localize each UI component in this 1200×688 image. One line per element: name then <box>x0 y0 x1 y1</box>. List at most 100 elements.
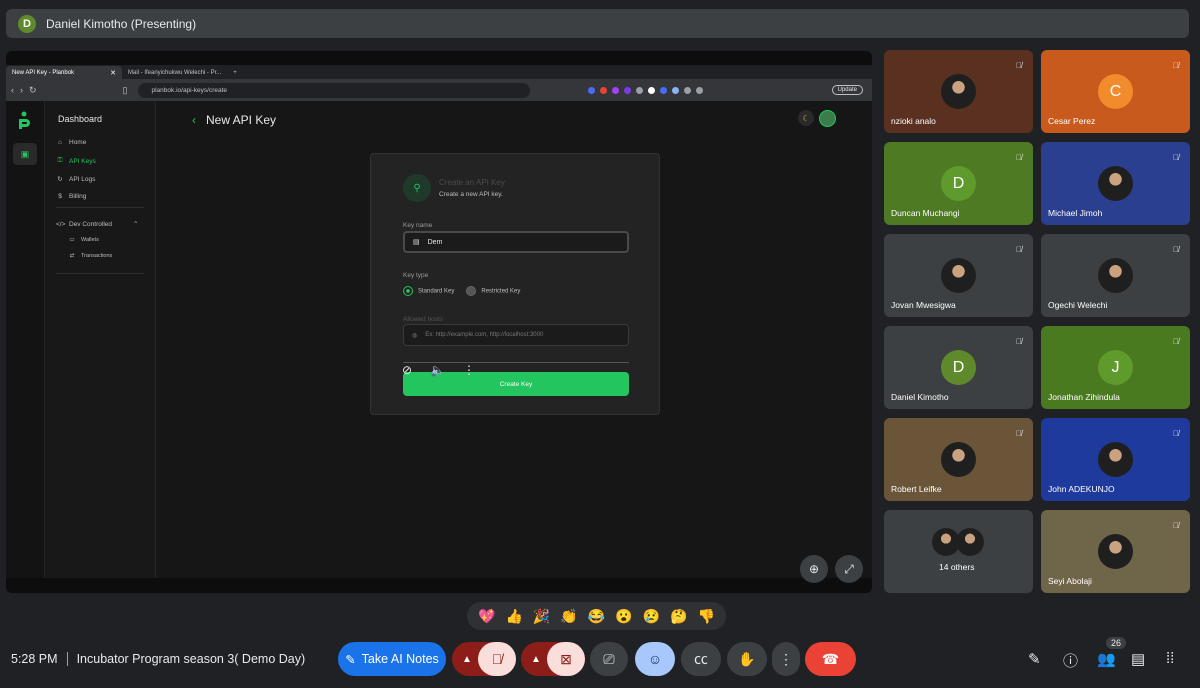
participant-tile[interactable]: 🎙̸ Robert Leifke <box>884 418 1033 501</box>
participant-name: Cesar Perez <box>1048 116 1096 126</box>
chevron-up-icon: ⌃ <box>133 221 139 228</box>
browser-tabstrip: New API Key - Planbok ✕ Mail - Ifeanyich… <box>6 65 872 79</box>
mic-off-icon: 🎙̸ <box>491 651 503 667</box>
transfer-icon: ⇄ <box>69 253 75 259</box>
card-subtitle: Create a new API key. <box>439 191 503 198</box>
reaction-emoji[interactable]: 💖 <box>478 608 495 625</box>
reaction-emoji[interactable]: 👏 <box>560 608 577 625</box>
avatar: C <box>1098 74 1133 109</box>
globe-icon: ◍ <box>412 332 418 339</box>
sidebar-item-label: API Keys <box>69 157 96 165</box>
captions-button[interactable]: ㏄ <box>681 642 721 676</box>
participant-tile[interactable]: 14 others <box>884 510 1033 593</box>
extension-icon <box>611 86 619 94</box>
participant-tile[interactable]: 🎙̸ Jovan Mwesigwa <box>884 234 1033 317</box>
present-screen-button[interactable]: ⎚ <box>590 642 628 676</box>
participant-name: Daniel Kimotho <box>891 392 949 402</box>
more-options-button[interactable]: ⋮ <box>772 642 800 676</box>
extension-icon <box>671 86 679 94</box>
participant-tile[interactable]: C 🎙̸ Cesar Perez <box>1041 50 1190 133</box>
participant-tile[interactable]: 🎙̸ Ogechi Welechi <box>1041 234 1190 317</box>
info-icon[interactable]: ⓘ <box>1063 650 1078 671</box>
back-icon: ‹ <box>192 113 196 127</box>
sidebar-item-transactions: ⇄ Transactions <box>68 253 113 259</box>
more-vert-icon[interactable]: ⋮ <box>463 363 475 377</box>
code-icon: </> <box>56 220 66 228</box>
sidebar-item-api-logs: ↻ API Logs <box>56 175 95 184</box>
activities-icon[interactable]: ⁞⁞ <box>1166 650 1174 667</box>
participant-tile[interactable]: D 🎙̸ Daniel Kimotho <box>884 326 1033 409</box>
participant-tile[interactable]: 🎙̸ John ADEKUNJO <box>1041 418 1190 501</box>
avatar <box>941 74 976 109</box>
mic-off-icon: 🎙̸ <box>1173 152 1179 162</box>
avatar <box>1098 166 1133 201</box>
hang-up-icon: ☎ <box>821 650 840 667</box>
extension-icon <box>695 86 703 94</box>
bookmark-icon: ▯ <box>122 84 128 95</box>
browser-update-button: Update <box>831 85 863 95</box>
chat-icon[interactable]: ▤ <box>1131 650 1145 668</box>
icon-rail: ▣ <box>6 101 45 578</box>
reaction-emoji[interactable]: 👍 <box>505 608 522 625</box>
participant-tile[interactable]: 🎙̸ Seyi Abolaji <box>1041 510 1190 593</box>
reaction-emoji[interactable]: 👎 <box>698 608 715 625</box>
participant-tile[interactable]: D 🎙̸ Duncan Muchangi <box>884 142 1033 225</box>
meeting-info: 5:28 PM Incubator Program season 3( Demo… <box>11 652 305 666</box>
sidebar-item-api-keys: ⚿ API Keys <box>56 157 96 165</box>
dollar-icon: $ <box>58 193 62 200</box>
avatar <box>941 258 976 293</box>
reaction-emoji[interactable]: 😂 <box>588 608 605 625</box>
take-ai-notes-button[interactable]: ✎ Take AI Notes <box>338 642 446 676</box>
pin-off-icon[interactable]: ⊘ <box>402 363 412 377</box>
mic-off-icon: 🎙̸ <box>1173 244 1179 254</box>
reaction-emoji[interactable]: 😮 <box>615 608 632 625</box>
raise-hand-button[interactable]: ✋ <box>727 642 767 676</box>
ai-notes-label: Take AI Notes <box>361 652 439 666</box>
sidebar-title: Dashboard <box>58 114 103 124</box>
others-avatars <box>932 528 984 556</box>
key-icon: ⚿ <box>57 157 63 164</box>
reaction-emoji[interactable]: 🎉 <box>533 608 550 625</box>
mic-off-icon: 🎙̸ <box>1173 428 1179 438</box>
participant-tile[interactable]: 🎙̸ Michael Jimoh <box>1041 142 1190 225</box>
page-header: ‹ New API Key <box>192 113 276 127</box>
key-name-label: Key name <box>403 222 433 229</box>
participant-name: Michael Jimoh <box>1048 208 1103 218</box>
participant-tile[interactable]: J 🎙̸ Jonathan Zihindula <box>1041 326 1190 409</box>
tab-title: Mail - Ifeanyichukwu Welechi - Pr... <box>128 69 222 76</box>
radio-restricted-key: Restricted Key <box>466 286 520 296</box>
presenter-bar: D Daniel Kimotho (Presenting) <box>6 9 1189 38</box>
reaction-emoji[interactable]: 😢 <box>643 608 660 625</box>
ai-sparkle-icon[interactable]: ✎ <box>1028 650 1041 668</box>
refresh-icon: ↻ <box>57 176 63 183</box>
avatar: J <box>1098 350 1133 385</box>
avatar <box>1098 258 1133 293</box>
sidebar-item-label: Transactions <box>81 253 113 259</box>
clock-time: 5:28 PM <box>11 652 58 666</box>
extension-icon <box>647 86 655 94</box>
zoom-in-button[interactable]: ⊕ <box>800 555 828 583</box>
extension-icon <box>587 86 595 94</box>
leave-call-button[interactable]: ☎ <box>805 642 856 676</box>
reaction-emoji[interactable]: 🤔 <box>670 608 687 625</box>
fullscreen-button[interactable]: ⤢ <box>835 555 863 583</box>
sidebar-item-label: Dev Controlled <box>69 220 112 228</box>
key-name-value: Dem <box>427 238 443 246</box>
participant-tile[interactable]: 🎙̸ nzioki analo <box>884 50 1033 133</box>
participant-name: Seyi Abolaji <box>1048 576 1092 586</box>
moon-icon: ☾ <box>798 110 814 126</box>
camera-toggle-button[interactable]: ⊠ <box>547 642 585 676</box>
people-icon[interactable]: 👥 <box>1097 650 1116 668</box>
meeting-title: Incubator Program season 3( Demo Day) <box>76 652 306 666</box>
participant-name: Robert Leifke <box>891 484 942 494</box>
reactions-button[interactable]: ☺ <box>635 642 675 676</box>
mic-off-icon: 🎙̸ <box>1016 60 1022 70</box>
address-bar: planbok.io/api-keys/create <box>137 82 530 98</box>
chevron-up-icon: ▲ <box>462 653 472 665</box>
mic-toggle-button[interactable]: 🎙̸ <box>478 642 516 676</box>
people-count-badge: 26 <box>1106 637 1127 649</box>
volume-icon[interactable]: 🔈 <box>430 363 445 377</box>
planbok-logo <box>19 111 30 129</box>
back-arrow-icon: ‹ <box>11 85 14 95</box>
avatar <box>1098 534 1133 569</box>
